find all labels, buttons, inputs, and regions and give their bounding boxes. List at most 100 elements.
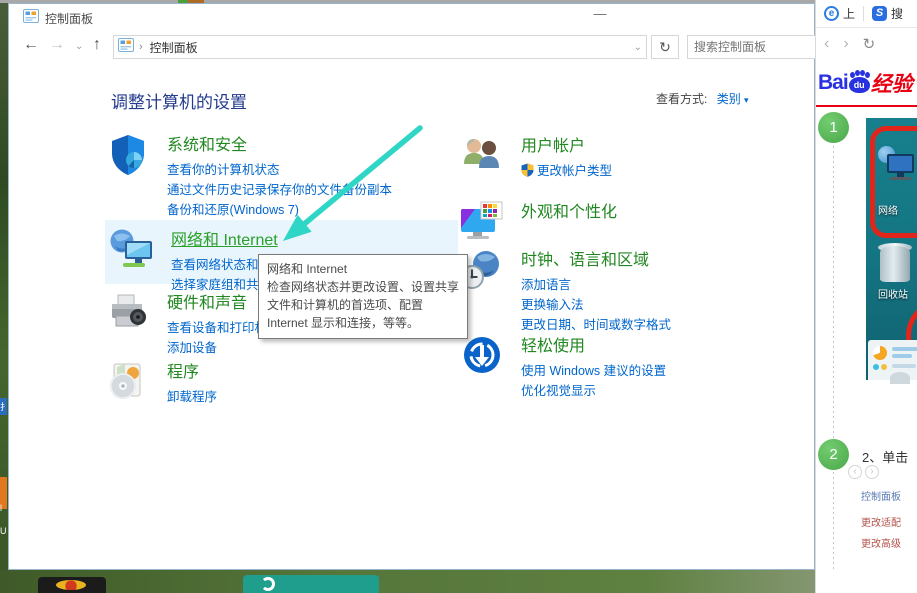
navigation-bar: ← → ⌄ ↑ › 控制面板 ⌄ ↻ (9, 30, 814, 64)
category-appearance: 外观和个性化 (459, 198, 617, 249)
titlebar[interactable]: 控制面板 — (9, 4, 814, 30)
desktop-background-left-sliver: 扌 l U (0, 0, 8, 593)
panel-forward-button[interactable]: › (843, 35, 848, 53)
tooltip-line: 文件和计算机的首选项、配置 (267, 296, 459, 314)
forward-button[interactable]: → (49, 36, 65, 54)
link-file-history-backup[interactable]: 通过文件历史记录保存你的文件备份副本 (167, 180, 392, 200)
category-title-network-internet[interactable]: 网络和 Internet (171, 226, 278, 250)
tooltip-line: 检查网络状态并更改设置、设置共享 (267, 278, 459, 296)
network-internet-icon (109, 226, 161, 284)
category-title-appearance[interactable]: 外观和个性化 (521, 198, 617, 222)
category-title-programs[interactable]: 程序 (167, 358, 199, 382)
baidu-experience-panel: e 上 S 搜 ‹ › ↻ Bai du 经验 1 网络 (815, 0, 917, 593)
category-ease-of-access: 轻松使用 使用 Windows 建议的设置 优化视觉显示 (459, 332, 666, 401)
view-by-label: 查看方式: (656, 92, 707, 106)
panel-link-change-advanced[interactable]: 更改高级 (861, 535, 901, 550)
baidu-jingyan-logo[interactable]: Bai du 经验 (816, 60, 917, 107)
sogou-icon[interactable]: S (872, 6, 887, 21)
link-devices-printers[interactable]: 查看设备和打印机 (167, 318, 267, 338)
tooltip-line: 网络和 Internet (267, 260, 459, 278)
desktop-icon-fragment (38, 577, 106, 593)
link-optimize-visual-display[interactable]: 优化视觉显示 (521, 381, 666, 401)
step-connector-line (833, 472, 834, 572)
breadcrumb[interactable]: 控制面板 (150, 39, 198, 56)
view-by-caret-icon[interactable]: ▾ (744, 95, 749, 105)
browser-s-label[interactable]: 搜 (891, 5, 903, 22)
address-dropdown-button[interactable]: ⌄ (634, 42, 642, 53)
carousel-prev-icon[interactable]: ‹ (848, 465, 862, 479)
category-title-clock-language[interactable]: 时钟、语言和区域 (521, 246, 649, 270)
user-accounts-icon (459, 132, 511, 183)
divider (863, 6, 864, 21)
hardware-sound-printer-icon (105, 289, 157, 358)
panel-refresh-button[interactable]: ↻ (863, 35, 876, 53)
step-2-text: 2、单击 (862, 447, 908, 466)
category-title-user-accounts[interactable]: 用户帐户 (521, 132, 585, 156)
link-add-device[interactable]: 添加设备 (167, 338, 267, 358)
baidu-paw-icon: du (849, 72, 870, 93)
uac-shield-icon (521, 166, 534, 180)
link-change-account-type[interactable]: 更改帐户类型 (521, 161, 612, 183)
desktop-icon-fragment: l (0, 503, 2, 513)
search-box (687, 35, 816, 59)
view-by-control: 查看方式: 类别 ▾ (656, 90, 749, 107)
link-uninstall-program[interactable]: 卸载程序 (167, 387, 217, 407)
tooltip-line: Internet 显示和连接，等等。 (267, 314, 459, 332)
step-1-badge: 1 (818, 112, 849, 143)
network-icon-label: 网络 (866, 202, 917, 217)
tooltip-network-internet: 网络和 Internet 检查网络状态并更改设置、设置共享 文件和计算机的首选项… (258, 254, 468, 339)
recycle-bin-label: 回收站 (866, 286, 917, 301)
back-button[interactable]: ← (23, 36, 39, 54)
category-hardware-sound: 硬件和声音 查看设备和打印机 添加设备 (105, 289, 267, 358)
baidu-paw-du-text: du (849, 77, 870, 93)
link-change-account-type-label[interactable]: 更改帐户类型 (537, 164, 612, 178)
category-system-security: 系统和安全 查看你的计算机状态 通过文件历史记录保存你的文件备份副本 备份和还原… (105, 131, 392, 220)
desktop-background-bottom (0, 570, 917, 593)
step-1-screenshot-thumbnail: 网络 回收站 (866, 118, 917, 380)
link-view-computer-status[interactable]: 查看你的计算机状态 (167, 160, 392, 180)
address-bar[interactable]: › 控制面板 ⌄ (113, 35, 647, 59)
control-panel-icon (23, 9, 39, 28)
browser-nav-bar: ‹ › ↻ (816, 28, 917, 60)
breadcrumb-chevron-icon[interactable]: › (139, 41, 143, 53)
desktop-icon-fragment: U (0, 526, 7, 536)
minimize-button[interactable]: — (587, 4, 613, 26)
window-fragment (868, 340, 917, 380)
appearance-personalization-icon (459, 198, 511, 249)
link-suggested-settings[interactable]: 使用 Windows 建议的设置 (521, 361, 666, 381)
category-title-system-security[interactable]: 系统和安全 (167, 131, 247, 155)
screen: 扌 l U 控制面板 — ← → ⌄ ↑ › (0, 0, 917, 593)
step-connector-line (833, 146, 834, 438)
ease-of-access-icon (459, 332, 511, 401)
category-clock-language-region: 时钟、语言和区域 添加语言 更换输入法 更改日期、时间或数字格式 (459, 246, 671, 335)
up-button[interactable]: ↑ (93, 36, 101, 54)
panel-link-change-adapter[interactable]: 更改适配 (861, 514, 901, 529)
category-title-ease-of-access[interactable]: 轻松使用 (521, 332, 585, 356)
jingyan-logo-text: 经验 (871, 68, 913, 98)
category-user-accounts: 用户帐户 更改帐户类型 (459, 132, 612, 183)
link-change-input-method[interactable]: 更换输入法 (521, 295, 671, 315)
history-dropdown-button[interactable]: ⌄ (75, 41, 83, 52)
view-by-value[interactable]: 类别 (717, 92, 741, 106)
search-input[interactable] (688, 36, 815, 58)
refresh-button[interactable]: ↻ (651, 35, 679, 59)
control-panel-window: 控制面板 — ← → ⌄ ↑ › 控制面板 ⌄ ↻ 调整计算机的设置 查看方式: (8, 3, 815, 570)
step-2-badge: 2 (818, 439, 849, 470)
carousel-next-icon[interactable]: › (865, 465, 879, 479)
recycle-bin-body (880, 246, 910, 282)
desktop-icon-fragment (243, 575, 379, 593)
system-security-shield-icon (105, 131, 157, 220)
browser-e-label[interactable]: 上 (843, 5, 855, 22)
network-desktop-icon (878, 146, 914, 190)
page-title: 调整计算机的设置 (111, 88, 247, 113)
browser-extension-bar: e 上 S 搜 (816, 0, 917, 28)
panel-back-button[interactable]: ‹ (824, 35, 829, 53)
link-backup-restore-win7[interactable]: 备份和还原(Windows 7) (167, 200, 392, 220)
link-add-language[interactable]: 添加语言 (521, 275, 671, 295)
programs-cd-icon (105, 358, 157, 409)
window-title: 控制面板 (45, 10, 93, 27)
panel-link-control-panel[interactable]: 控制面板 (861, 488, 901, 503)
browser-e-icon[interactable]: e (824, 6, 839, 21)
baidu-logo-text: Bai (818, 71, 848, 95)
category-title-hardware-sound[interactable]: 硬件和声音 (167, 289, 247, 313)
